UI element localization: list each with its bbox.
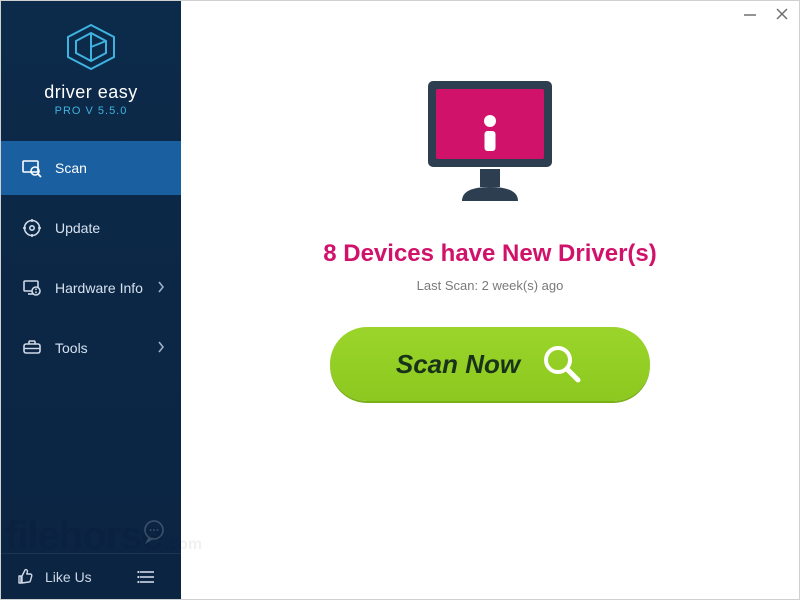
content-area: 8 Devices have New Driver(s) Last Scan: …	[181, 1, 799, 599]
sidebar: driver easy PRO V 5.5.0 Scan Update	[1, 1, 181, 599]
sidebar-item-tools[interactable]: Tools	[1, 321, 181, 375]
like-us-button[interactable]: Like Us	[45, 569, 92, 585]
bottom-bar: Like Us	[1, 553, 181, 599]
last-scan-label: Last Scan: 2 week(s) ago	[417, 278, 564, 293]
sidebar-item-label: Hardware Info	[55, 280, 143, 296]
sidebar-item-label: Tools	[55, 340, 88, 356]
sidebar-item-scan[interactable]: Scan	[1, 141, 181, 195]
close-button[interactable]	[775, 7, 789, 21]
scan-icon	[21, 157, 43, 179]
magnifier-icon	[540, 342, 584, 386]
sidebar-nav: Scan Update Hardware Info	[1, 141, 181, 375]
status-monitor-illustration	[410, 73, 570, 218]
brand-block: driver easy PRO V 5.5.0	[1, 1, 181, 131]
scan-now-button[interactable]: Scan Now	[330, 327, 650, 401]
app-window: driver easy PRO V 5.5.0 Scan Update	[0, 0, 800, 600]
scan-now-label: Scan Now	[396, 349, 520, 380]
window-controls	[743, 7, 789, 21]
sidebar-item-label: Update	[55, 220, 100, 236]
tools-icon	[21, 337, 43, 359]
chevron-right-icon	[157, 340, 165, 356]
minimize-button[interactable]	[743, 7, 757, 21]
brand-name: driver easy	[1, 82, 181, 103]
chat-bubble-icon	[141, 518, 167, 549]
brand-version: PRO V 5.5.0	[1, 105, 181, 117]
status-headline: 8 Devices have New Driver(s)	[323, 240, 657, 268]
brand-logo-icon	[64, 58, 118, 75]
sidebar-item-update[interactable]: Update	[1, 201, 181, 255]
update-icon	[21, 217, 43, 239]
hardware-info-icon	[21, 277, 43, 299]
sidebar-item-label: Scan	[55, 160, 87, 176]
sidebar-item-hardware-info[interactable]: Hardware Info	[1, 261, 181, 315]
chevron-right-icon	[157, 280, 165, 296]
thumbs-up-icon	[15, 567, 35, 587]
menu-icon[interactable]	[137, 567, 157, 587]
